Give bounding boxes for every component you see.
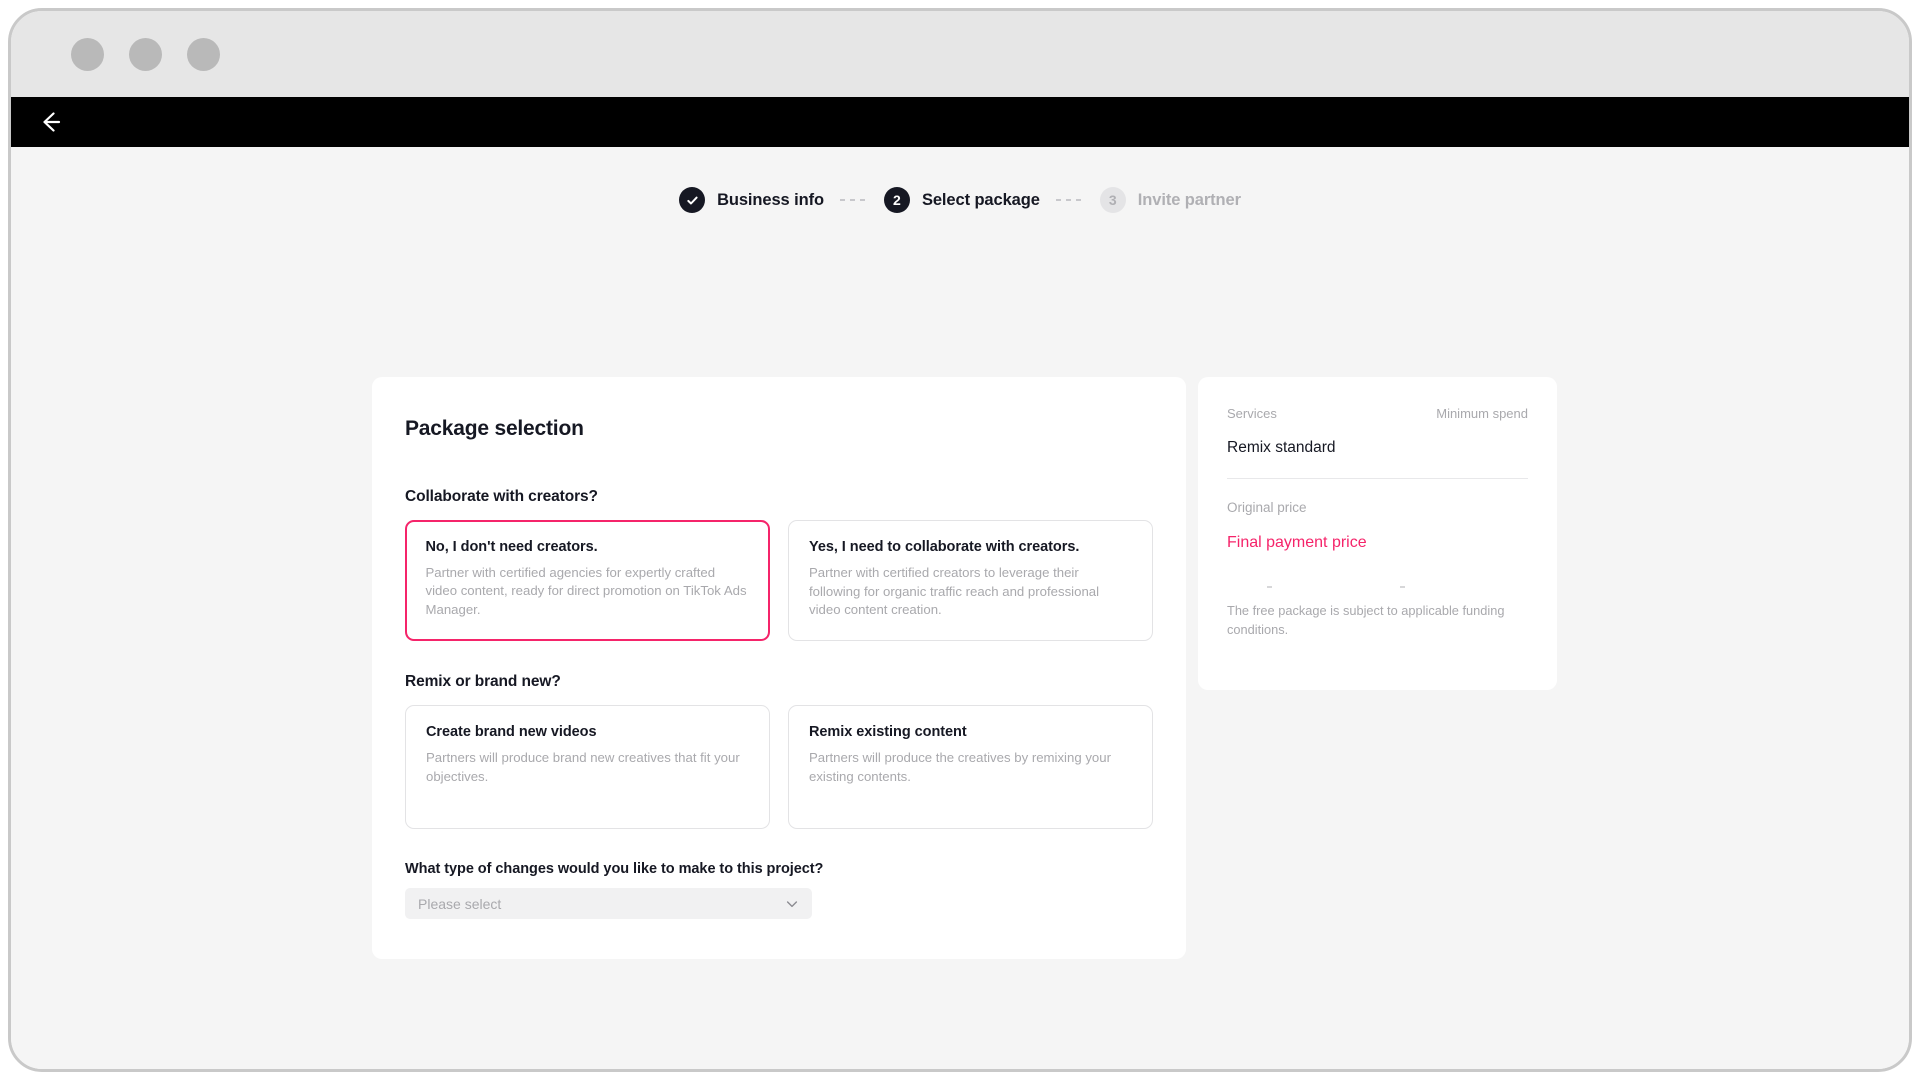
question-collaborate-options: No, I don't need creators. Partner with …: [405, 520, 1153, 642]
question-remix-label: Remix or brand new?: [405, 673, 561, 691]
option-remix-existing-content[interactable]: Remix existing content Partners will pro…: [788, 705, 1153, 830]
summary-services-header: Services: [1227, 406, 1277, 421]
step-3-number: 3: [1099, 187, 1126, 213]
step-1-check-icon: [679, 187, 706, 213]
page-title: Package selection: [405, 417, 584, 440]
traffic-light-maximize-icon[interactable]: [187, 37, 220, 71]
back-arrow-icon[interactable]: [37, 109, 63, 135]
step-business-info[interactable]: Business info: [679, 187, 824, 213]
changes-select-value: Please select: [418, 895, 502, 912]
option-no-creators-desc: Partner with certified agencies for expe…: [425, 564, 747, 617]
option-brand-new-videos-title: Create brand new videos: [426, 724, 597, 741]
order-summary-card: Services Minimum spend Remix standard Or…: [1198, 377, 1557, 690]
step-2-label: Select package: [921, 190, 1040, 209]
option-remix-existing-content-title: Remix existing content: [809, 724, 967, 741]
summary-final-price-label: Final payment price: [1227, 534, 1367, 551]
summary-funding-note: The free package is subject to applicabl…: [1227, 603, 1505, 637]
option-remix-existing-content-desc: Partners will produce the creatives by r…: [809, 750, 1111, 784]
chevron-down-icon[interactable]: [785, 897, 799, 911]
changes-select-input[interactable]: Please select: [405, 888, 812, 920]
step-1-label: Business info: [717, 190, 824, 209]
option-brand-new-videos[interactable]: Create brand new videos Partners will pr…: [405, 705, 770, 830]
summary-original-price-label: Original price: [1227, 500, 1307, 515]
summary-service-name: Remix standard: [1227, 439, 1336, 456]
ghost-value-right: [1400, 586, 1405, 588]
summary-divider: [1227, 478, 1528, 479]
browser-titlebar: [11, 11, 1909, 97]
step-2-number: 2: [883, 187, 910, 213]
package-selection-card: Package selection Collaborate with creat…: [372, 377, 1186, 959]
step-3-label: Invite partner: [1137, 190, 1241, 209]
summary-minimum-spend-header: Minimum spend: [1436, 406, 1528, 421]
traffic-light-close-icon[interactable]: [71, 37, 104, 71]
question-collaborate-label: Collaborate with creators?: [405, 488, 598, 505]
page-viewport: Business info 2 Select package 3 Invite …: [11, 147, 1909, 1069]
step-connector-1: [839, 199, 868, 201]
browser-window: Business info 2 Select package 3 Invite …: [8, 8, 1912, 1072]
changes-select-label: What type of changes would you like to m…: [405, 861, 824, 878]
step-connector-2: [1055, 199, 1084, 201]
step-select-package[interactable]: 2 Select package: [883, 187, 1040, 213]
option-yes-creators[interactable]: Yes, I need to collaborate with creators…: [788, 520, 1153, 642]
screen-root: Business info 2 Select package 3 Invite …: [0, 0, 1920, 1080]
ghost-value-left: [1267, 586, 1272, 588]
option-brand-new-videos-desc: Partners will produce brand new creative…: [426, 750, 740, 784]
option-no-creators[interactable]: No, I don't need creators. Partner with …: [405, 520, 770, 642]
step-invite-partner[interactable]: 3 Invite partner: [1099, 187, 1241, 213]
app-topbar: [11, 97, 1909, 147]
progress-stepper: Business info 2 Select package 3 Invite …: [11, 187, 1909, 213]
summary-ghost-values: [1227, 578, 1528, 596]
summary-column-headers: Services Minimum spend: [1227, 406, 1528, 421]
option-no-creators-title: No, I don't need creators.: [425, 538, 598, 555]
option-yes-creators-desc: Partner with certified creators to lever…: [809, 565, 1100, 618]
option-yes-creators-title: Yes, I need to collaborate with creators…: [809, 539, 1080, 555]
question-remix-options: Create brand new videos Partners will pr…: [405, 705, 1153, 830]
traffic-light-minimize-icon[interactable]: [129, 37, 162, 71]
